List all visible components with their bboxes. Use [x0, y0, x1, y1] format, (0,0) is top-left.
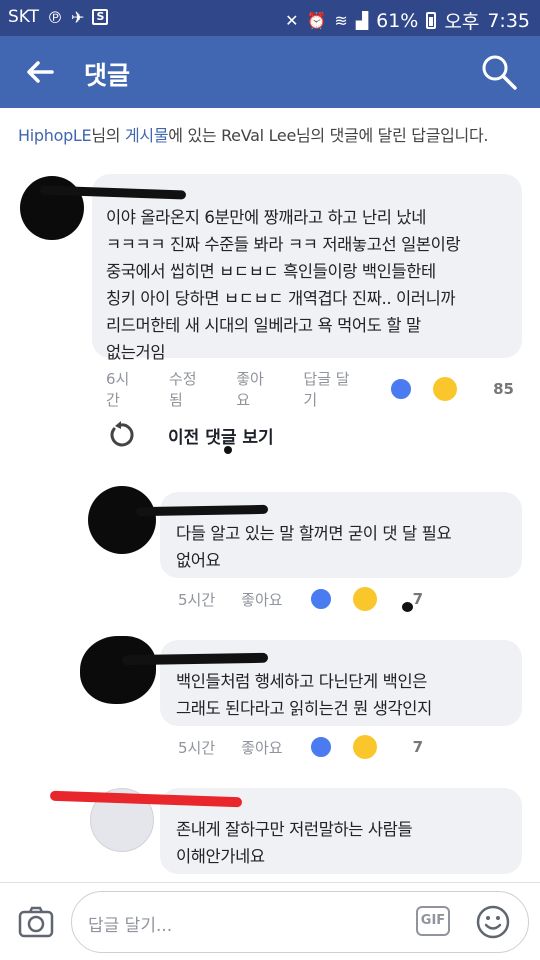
reply-text: 다들 알고 있는 말 할꺼면 굳이 댓 달 필요 없어요	[176, 524, 452, 570]
back-arrow-icon[interactable]	[24, 56, 56, 88]
battery-percent: 61%	[376, 9, 419, 32]
comment-time: 6시간	[106, 370, 130, 409]
parent-comment-meta: 6시간 수정됨 좋아요 답글 달기 85	[106, 368, 540, 410]
carrier-label: SKT	[8, 7, 40, 27]
reactions[interactable]: 7	[308, 587, 449, 611]
context-text-2: 에 있는 ReVal Lee님의 댓글에 달린 답글입니다.	[168, 126, 489, 145]
like-button[interactable]: 좋아요	[236, 368, 277, 410]
like-reaction-icon	[308, 735, 333, 759]
avatar[interactable]	[80, 636, 156, 704]
reply-time: 5시간	[178, 738, 216, 757]
alarm-icon: ⏰	[306, 11, 327, 30]
reactions[interactable]: 85	[389, 377, 540, 401]
reaction-count: 7	[412, 590, 423, 608]
parent-comment-bubble: 이야 올라온지 6분만에 짱깨라고 하고 난리 났네 ㅋㅋㅋㅋ 진짜 수준들 봐…	[92, 174, 522, 362]
time-ampm: 오후	[444, 11, 480, 33]
previous-replies-label: 이전 댓글 보기	[168, 427, 274, 448]
reply-meta: 5시간 좋아요 7	[178, 735, 449, 759]
reply-text: 존내게 잘하구만 저런말하는 사람들 이해안가네요	[176, 820, 413, 866]
like-button[interactable]: 좋아요	[241, 737, 282, 758]
haha-reaction-icon	[352, 735, 377, 759]
status-bar: SKT ℗ ✈ S ✕ ⏰ ≋ ▟ 61% 오후 7:35	[0, 0, 540, 36]
pin-icon: ✈	[71, 7, 85, 27]
haha-reaction-icon	[352, 587, 377, 611]
wifi-icon: ≋	[334, 11, 348, 30]
reactions[interactable]: 7	[308, 735, 449, 759]
like-button[interactable]: 좋아요	[241, 589, 282, 610]
search-icon[interactable]	[480, 53, 518, 91]
post-author-link[interactable]: HiphopLE	[18, 126, 92, 145]
reply-button[interactable]: 답글 달기	[303, 368, 363, 410]
signal-icon: ▟	[355, 11, 369, 30]
page-title: 댓글	[84, 61, 131, 90]
like-reaction-icon	[389, 377, 414, 401]
camera-icon[interactable]	[18, 904, 54, 940]
like-reaction-icon	[308, 587, 333, 611]
context-text: 님의	[91, 126, 125, 145]
battery-icon	[426, 12, 437, 29]
reply-time: 5시간	[178, 590, 216, 609]
comment-text: 이야 올라온지 6분만에 짱깨라고 하고 난리 났네 ㅋㅋㅋㅋ 진짜 수준들 봐…	[106, 208, 461, 362]
view-previous-replies[interactable]: 이전 댓글 보기	[106, 420, 274, 450]
smiley-icon[interactable]	[476, 905, 510, 939]
edited-label: 수정됨	[168, 370, 197, 409]
avatar[interactable]	[88, 486, 156, 554]
s-app-icon: S	[92, 9, 109, 25]
reply-input-placeholder: 답글 달기...	[88, 916, 173, 936]
gif-icon[interactable]: GIF	[416, 906, 450, 936]
pinterest-icon: ℗	[47, 7, 64, 27]
refresh-icon	[110, 421, 134, 447]
mute-icon: ✕	[285, 11, 299, 30]
comment-composer: 답글 달기... GIF	[0, 882, 540, 960]
reaction-count: 7	[412, 738, 423, 756]
redaction-dot	[224, 446, 232, 454]
reply-input[interactable]: 답글 달기... GIF	[71, 891, 529, 953]
app-bar: 댓글	[0, 36, 540, 108]
clock-time: 7:35	[487, 9, 530, 32]
reply-context: HiphopLE님의 게시물에 있는 ReVal Lee님의 댓글에 달린 답글…	[18, 122, 488, 146]
haha-reaction-icon	[433, 377, 458, 401]
post-link[interactable]: 게시물	[125, 126, 169, 145]
redaction-dot	[402, 602, 413, 612]
reaction-count: 85	[493, 380, 514, 398]
reply-text: 백인들처럼 행세하고 다닌단게 백인은 그래도 된다라고 읽히는건 뭔 생각인지	[176, 672, 432, 718]
